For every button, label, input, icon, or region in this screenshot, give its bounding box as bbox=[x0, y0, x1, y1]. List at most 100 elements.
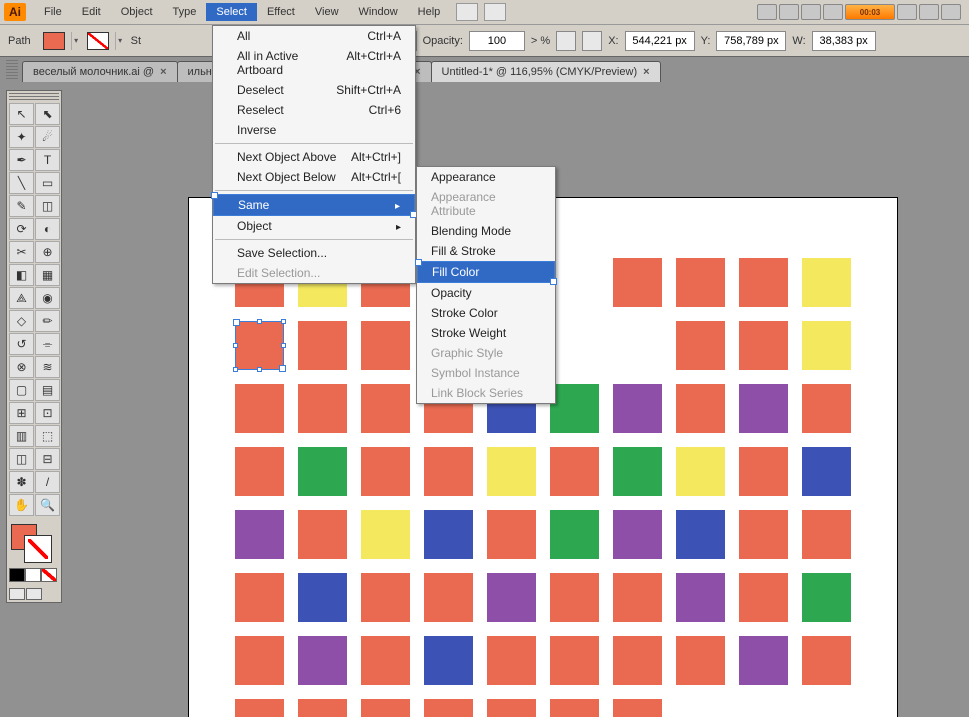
square[interactable] bbox=[235, 321, 284, 370]
tool-30[interactable]: ◫ bbox=[9, 448, 34, 470]
tool-35[interactable]: 🔍 bbox=[35, 494, 60, 516]
tool-17[interactable]: ◉ bbox=[35, 287, 60, 309]
tab-close-icon[interactable]: × bbox=[160, 66, 166, 78]
tool-0[interactable]: ↖ bbox=[9, 103, 34, 125]
document-tab[interactable]: веселый молочник.ai @× bbox=[22, 61, 178, 82]
menu-item-all-in-active-artboard[interactable]: All in Active ArtboardAlt+Ctrl+A bbox=[213, 46, 415, 80]
menu-effect[interactable]: Effect bbox=[257, 3, 305, 21]
square[interactable] bbox=[361, 636, 410, 685]
square[interactable] bbox=[298, 699, 347, 717]
menu-item-same[interactable]: Same bbox=[213, 194, 415, 216]
square[interactable] bbox=[298, 321, 347, 370]
menu-view[interactable]: View bbox=[305, 3, 349, 21]
square[interactable] bbox=[235, 384, 284, 433]
square[interactable] bbox=[550, 384, 599, 433]
square[interactable] bbox=[802, 573, 851, 622]
square[interactable] bbox=[550, 636, 599, 685]
color-mode-gradient[interactable] bbox=[25, 568, 41, 582]
square[interactable] bbox=[298, 447, 347, 496]
menu-object[interactable]: Object bbox=[111, 3, 163, 21]
square[interactable] bbox=[235, 699, 284, 717]
square[interactable] bbox=[613, 699, 662, 717]
tool-16[interactable]: ⟁ bbox=[9, 287, 34, 309]
tool-1[interactable]: ⬉ bbox=[35, 103, 60, 125]
tab-grip[interactable] bbox=[6, 60, 18, 80]
menu-item-next-object-below[interactable]: Next Object BelowAlt+Ctrl+[ bbox=[213, 167, 415, 187]
square[interactable] bbox=[550, 699, 599, 717]
menu-item-deselect[interactable]: DeselectShift+Ctrl+A bbox=[213, 80, 415, 100]
submenu-item-opacity[interactable]: Opacity bbox=[417, 283, 555, 303]
tool-18[interactable]: ◇ bbox=[9, 310, 34, 332]
square[interactable] bbox=[487, 510, 536, 559]
screen-mode-normal[interactable] bbox=[9, 588, 25, 600]
square[interactable] bbox=[802, 321, 851, 370]
player-next-icon[interactable] bbox=[823, 4, 843, 20]
square[interactable] bbox=[424, 447, 473, 496]
opacity-field[interactable] bbox=[469, 31, 525, 51]
player-play-icon[interactable] bbox=[801, 4, 821, 20]
square[interactable] bbox=[613, 510, 662, 559]
tool-20[interactable]: ↺ bbox=[9, 333, 34, 355]
submenu-item-appearance[interactable]: Appearance bbox=[417, 167, 555, 187]
menu-item-inverse[interactable]: Inverse bbox=[213, 120, 415, 140]
square[interactable] bbox=[676, 573, 725, 622]
square[interactable] bbox=[739, 573, 788, 622]
square[interactable] bbox=[676, 447, 725, 496]
square[interactable] bbox=[298, 636, 347, 685]
menu-bridge-icon[interactable] bbox=[456, 3, 478, 21]
tool-31[interactable]: ⊟ bbox=[35, 448, 60, 470]
square[interactable] bbox=[361, 447, 410, 496]
tool-4[interactable]: ✒ bbox=[9, 149, 34, 171]
opacity-options-icon[interactable] bbox=[556, 31, 576, 51]
square[interactable] bbox=[676, 321, 725, 370]
submenu-item-stroke-color[interactable]: Stroke Color bbox=[417, 303, 555, 323]
square[interactable] bbox=[424, 573, 473, 622]
menu-type[interactable]: Type bbox=[163, 3, 207, 21]
tool-21[interactable]: ⌯ bbox=[35, 333, 60, 355]
square[interactable] bbox=[739, 510, 788, 559]
fill-swatch-dropdown[interactable] bbox=[71, 32, 81, 50]
window-restore-icon[interactable] bbox=[919, 4, 939, 20]
square[interactable] bbox=[361, 510, 410, 559]
square[interactable] bbox=[550, 573, 599, 622]
square[interactable] bbox=[802, 258, 851, 307]
tool-19[interactable]: ✏ bbox=[35, 310, 60, 332]
square[interactable] bbox=[235, 510, 284, 559]
tab-close-icon[interactable]: × bbox=[643, 66, 649, 78]
square[interactable] bbox=[424, 699, 473, 717]
tool-26[interactable]: ⊞ bbox=[9, 402, 34, 424]
menu-arrange-icon[interactable] bbox=[484, 3, 506, 21]
menu-item-object[interactable]: Object bbox=[213, 216, 415, 236]
tool-7[interactable]: ▭ bbox=[35, 172, 60, 194]
square[interactable] bbox=[235, 447, 284, 496]
tool-stroke-swatch[interactable] bbox=[25, 536, 51, 562]
square[interactable] bbox=[613, 573, 662, 622]
tool-15[interactable]: ▦ bbox=[35, 264, 60, 286]
tool-28[interactable]: ▥ bbox=[9, 425, 34, 447]
tool-11[interactable]: ◐ bbox=[35, 218, 60, 240]
selection-handle[interactable] bbox=[233, 343, 238, 348]
square[interactable] bbox=[676, 258, 725, 307]
submenu-item-stroke-weight[interactable]: Stroke Weight bbox=[417, 323, 555, 343]
square[interactable] bbox=[550, 447, 599, 496]
square[interactable] bbox=[613, 258, 662, 307]
square[interactable] bbox=[298, 573, 347, 622]
x-field[interactable] bbox=[625, 31, 695, 51]
menu-item-reselect[interactable]: ReselectCtrl+6 bbox=[213, 100, 415, 120]
window-close-icon[interactable] bbox=[941, 4, 961, 20]
submenu-item-fill-stroke[interactable]: Fill & Stroke bbox=[417, 241, 555, 261]
color-mode-solid[interactable] bbox=[9, 568, 25, 582]
submenu-item-blending-mode[interactable]: Blending Mode bbox=[417, 221, 555, 241]
y-field[interactable] bbox=[716, 31, 786, 51]
player-stop-icon[interactable] bbox=[779, 4, 799, 20]
square[interactable] bbox=[739, 636, 788, 685]
square[interactable] bbox=[739, 447, 788, 496]
square[interactable] bbox=[298, 384, 347, 433]
menu-item-next-object-above[interactable]: Next Object AboveAlt+Ctrl+] bbox=[213, 147, 415, 167]
selection-handle[interactable] bbox=[257, 319, 262, 324]
square[interactable] bbox=[739, 258, 788, 307]
square[interactable] bbox=[361, 384, 410, 433]
selection-handle[interactable] bbox=[257, 367, 262, 372]
w-field[interactable] bbox=[812, 31, 876, 51]
tool-5[interactable]: T bbox=[35, 149, 60, 171]
